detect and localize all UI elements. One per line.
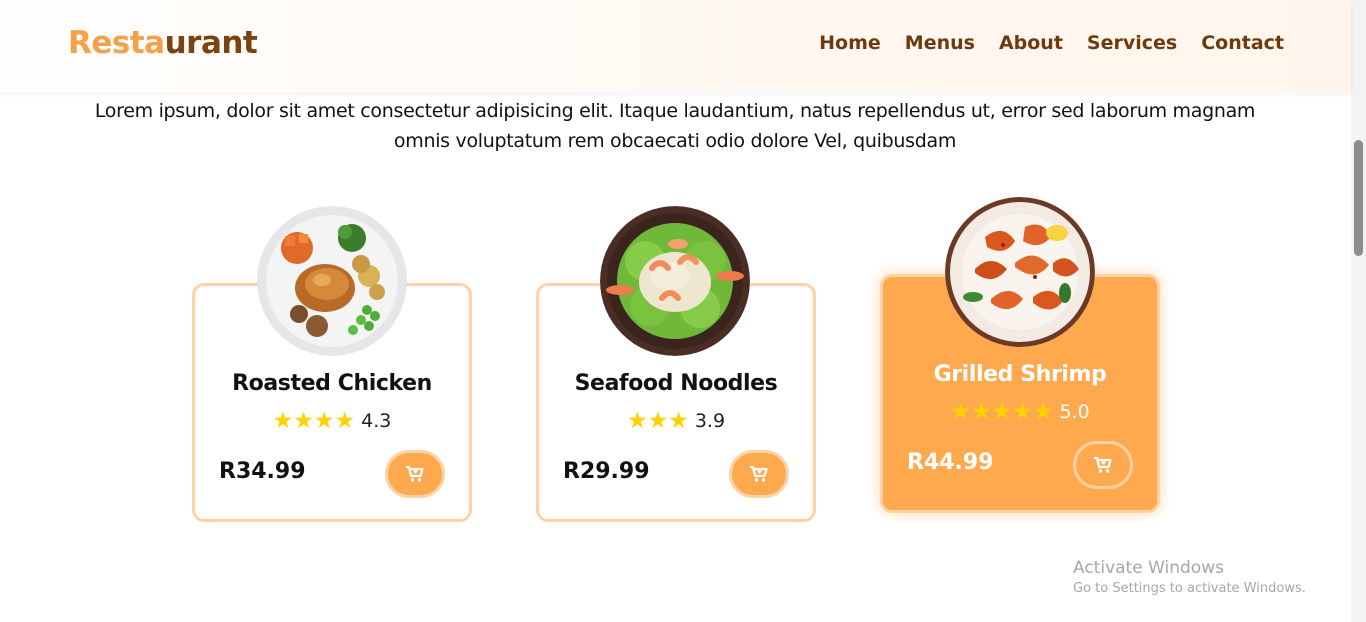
logo-part-2: urant bbox=[164, 25, 258, 61]
roasted-chicken-image bbox=[257, 206, 407, 356]
cart-icon bbox=[750, 465, 768, 482]
rating-value: 4.3 bbox=[361, 410, 392, 432]
main-nav: Home Menus About Services Contact bbox=[819, 31, 1284, 55]
intro-text: Lorem ipsum, dolor sit amet consectetur … bbox=[94, 100, 1256, 152]
star-icon: ★ bbox=[668, 408, 689, 434]
cart-icon bbox=[1094, 456, 1112, 473]
nav-home[interactable]: Home bbox=[819, 31, 881, 55]
vertical-scrollbar[interactable] bbox=[1351, 0, 1366, 622]
dish-name: Roasted Chicken bbox=[232, 371, 432, 396]
dish-name: Seafood Noodles bbox=[574, 371, 778, 396]
star-icon: ★ bbox=[626, 408, 648, 434]
site-header: Restaurant Home Menus About Services Con… bbox=[0, 0, 1351, 92]
scrollbar-thumb[interactable] bbox=[1354, 140, 1363, 256]
nav-menus[interactable]: Menus bbox=[905, 31, 975, 55]
star-icon: ★ bbox=[313, 408, 335, 434]
star-icon: ★ bbox=[970, 399, 992, 425]
watermark-title: Activate Windows bbox=[1073, 558, 1224, 578]
dish-name: Grilled Shrimp bbox=[933, 362, 1107, 387]
rating: ★ ★ ★ ★ 4.3 bbox=[195, 408, 469, 434]
star-icon: ★ bbox=[334, 408, 356, 434]
watermark-subtitle: Go to Settings to activate Windows. bbox=[1073, 581, 1306, 596]
star-icon: ★ bbox=[950, 399, 971, 425]
price: R34.99 bbox=[219, 459, 306, 484]
add-to-cart-button[interactable] bbox=[385, 450, 445, 498]
nav-contact[interactable]: Contact bbox=[1201, 31, 1284, 55]
price: R44.99 bbox=[907, 450, 994, 475]
logo-part-1: Resta bbox=[68, 25, 165, 61]
cart-icon bbox=[406, 465, 424, 482]
star-icon: ★ bbox=[293, 408, 314, 434]
star-icon: ★ bbox=[1012, 399, 1033, 425]
add-to-cart-button[interactable] bbox=[1073, 441, 1133, 489]
star-icon: ★ bbox=[647, 408, 669, 434]
star-icon: ★ bbox=[272, 408, 294, 434]
logo[interactable]: Restaurant bbox=[68, 24, 258, 62]
nav-services[interactable]: Services bbox=[1087, 31, 1177, 55]
star-icon: ★ bbox=[991, 399, 1013, 425]
nav-about[interactable]: About bbox=[999, 31, 1063, 55]
rating-value: 5.0 bbox=[1059, 401, 1090, 423]
windows-activation-watermark: Activate Windows Go to Settings to activ… bbox=[1073, 557, 1306, 599]
star-icon: ★ bbox=[1032, 399, 1054, 425]
rating-value: 3.9 bbox=[694, 410, 726, 432]
rating: ★ ★ ★ ★ ★ 5.0 bbox=[883, 399, 1157, 425]
seafood-noodles-image bbox=[600, 206, 750, 356]
rating: ★ ★ ★ 3.9 bbox=[539, 408, 813, 434]
grilled-shrimp-image bbox=[945, 197, 1095, 347]
add-to-cart-button[interactable] bbox=[729, 450, 789, 498]
price: R29.99 bbox=[563, 459, 650, 484]
